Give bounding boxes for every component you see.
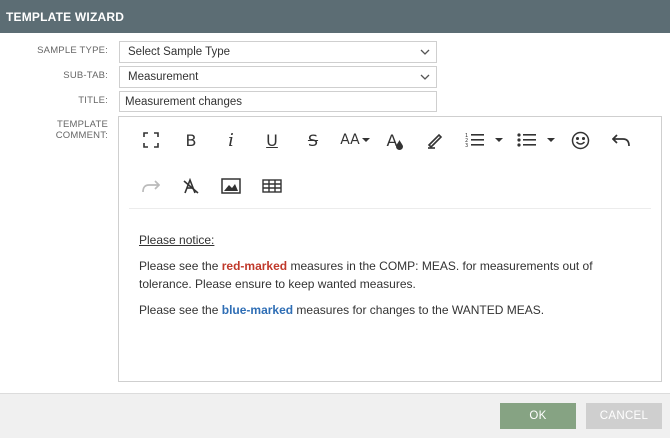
toolbar-divider xyxy=(129,208,651,209)
strikethrough-button[interactable]: S xyxy=(299,126,327,154)
bold-button[interactable]: B xyxy=(177,126,205,154)
bold-icon: B xyxy=(185,130,197,150)
sub-tab-select[interactable]: Measurement xyxy=(119,66,437,88)
sample-type-select[interactable]: Select Sample Type xyxy=(119,41,437,63)
chevron-down-icon xyxy=(420,49,430,55)
svg-text:3: 3 xyxy=(465,143,468,148)
ordered-list-button[interactable]: 123 xyxy=(461,126,507,154)
font-size-button[interactable]: AA xyxy=(337,126,373,154)
dialog-footer: OK CANCEL xyxy=(0,393,670,438)
sub-tab-value: Measurement xyxy=(128,71,199,83)
caret-down-icon xyxy=(495,138,503,142)
paragraph-red: Please see the red-marked measures in th… xyxy=(139,259,593,291)
redo-button[interactable] xyxy=(137,172,165,200)
title-label: TITLE: xyxy=(78,95,108,106)
highlighter-icon xyxy=(427,133,443,149)
redo-icon xyxy=(142,180,160,193)
fullscreen-button[interactable] xyxy=(137,126,165,154)
undo-icon xyxy=(612,134,630,147)
droplet-icon xyxy=(396,140,404,150)
fullscreen-icon xyxy=(143,132,159,148)
unordered-list-button[interactable] xyxy=(513,126,559,154)
caret-down-icon xyxy=(547,138,555,142)
chevron-down-icon xyxy=(420,74,430,80)
caret-down-icon xyxy=(361,138,370,142)
underline-button[interactable]: U xyxy=(258,126,286,154)
unordered-list-icon xyxy=(517,133,536,147)
emoji-button[interactable] xyxy=(566,126,594,154)
image-icon xyxy=(221,178,241,194)
cancel-button[interactable]: CANCEL xyxy=(586,403,662,429)
title-input[interactable]: Measurement changes xyxy=(119,91,437,112)
emoji-icon xyxy=(571,131,589,149)
underline-icon: U xyxy=(266,130,278,150)
undo-button[interactable] xyxy=(607,126,635,154)
strikethrough-icon: S xyxy=(307,130,319,150)
table-icon xyxy=(262,179,282,193)
notice-heading: Please notice: xyxy=(139,233,215,247)
red-marked-text: red-marked xyxy=(221,259,288,273)
font-size-icon: AA xyxy=(340,132,360,148)
sub-tab-label: SUB-TAB: xyxy=(63,70,108,81)
sample-type-label: SAMPLE TYPE: xyxy=(37,45,108,56)
template-comment-editor[interactable]: B i U S AA A 123 Please notice: Please s… xyxy=(118,116,662,382)
paragraph-blue: Please see the blue-marked measures for … xyxy=(139,303,545,317)
blue-marked-text: blue-marked xyxy=(221,303,294,317)
clear-format-button[interactable] xyxy=(177,172,205,200)
window-title: TEMPLATE WIZARD xyxy=(0,0,670,33)
editor-content[interactable]: Please notice: Please see the red-marked… xyxy=(139,231,645,327)
title-input-value: Measurement changes xyxy=(125,96,242,108)
insert-table-button[interactable] xyxy=(258,172,286,200)
insert-image-button[interactable] xyxy=(217,172,245,200)
highlight-button[interactable] xyxy=(421,126,449,154)
italic-icon: i xyxy=(228,129,234,151)
ordered-list-icon: 123 xyxy=(465,133,484,148)
sample-type-value: Select Sample Type xyxy=(128,46,231,58)
italic-button[interactable]: i xyxy=(217,126,245,154)
ok-button[interactable]: OK xyxy=(500,403,576,429)
template-comment-label: TEMPLATE COMMENT: xyxy=(55,119,108,141)
clear-format-icon xyxy=(183,178,199,194)
font-color-button[interactable]: A xyxy=(381,126,409,154)
